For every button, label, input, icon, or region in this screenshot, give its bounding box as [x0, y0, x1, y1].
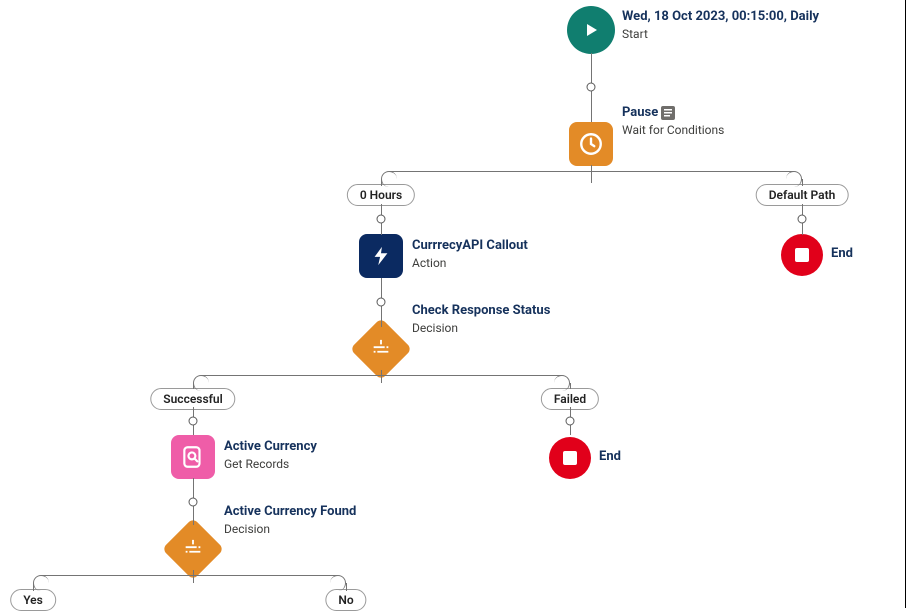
- connector-dot[interactable]: [189, 417, 198, 426]
- pause-label: Pause Wait for Conditions: [622, 104, 724, 138]
- active-currency-found-node[interactable]: [171, 527, 215, 571]
- connector-dot[interactable]: [566, 417, 575, 426]
- active-currency-found-label: Active Currency Found Decision: [224, 503, 356, 537]
- connector-dot[interactable]: [377, 298, 386, 307]
- path-label-0-hours[interactable]: 0 Hours: [347, 184, 415, 206]
- active-currency-label: Active Currency Get Records: [224, 438, 317, 472]
- document-icon: [661, 106, 675, 120]
- connector-dot[interactable]: [377, 215, 386, 224]
- stop-icon: [562, 450, 578, 466]
- connector-dot[interactable]: [798, 215, 807, 224]
- connector-dot[interactable]: [587, 83, 596, 92]
- end-node-default[interactable]: [781, 234, 823, 276]
- decision-icon: [370, 338, 392, 360]
- end-node-failed[interactable]: [549, 437, 591, 479]
- check-response-node[interactable]: [359, 327, 403, 371]
- api-callout-label: CurrrecyAPI Callout Action: [412, 237, 528, 271]
- lightning-icon: [370, 245, 392, 267]
- end-label-failed: End: [599, 448, 621, 466]
- active-currency-node[interactable]: [171, 435, 215, 479]
- play-icon: [581, 20, 601, 40]
- path-label-default[interactable]: Default Path: [756, 184, 849, 206]
- pause-node[interactable]: [569, 122, 613, 166]
- search-records-icon: [180, 444, 206, 470]
- stop-icon: [794, 247, 810, 263]
- flow-canvas[interactable]: 0 Hours Default Path Successful Failed Y…: [0, 0, 906, 608]
- start-label: Wed, 18 Oct 2023, 00:15:00, Daily Start: [622, 8, 819, 42]
- end-label-default: End: [831, 245, 853, 263]
- start-node[interactable]: [567, 6, 615, 54]
- check-response-label: Check Response Status Decision: [412, 302, 550, 336]
- api-callout-node[interactable]: [359, 234, 403, 278]
- connector-dot[interactable]: [189, 498, 198, 507]
- decision-icon: [182, 538, 204, 560]
- clock-icon: [578, 131, 604, 157]
